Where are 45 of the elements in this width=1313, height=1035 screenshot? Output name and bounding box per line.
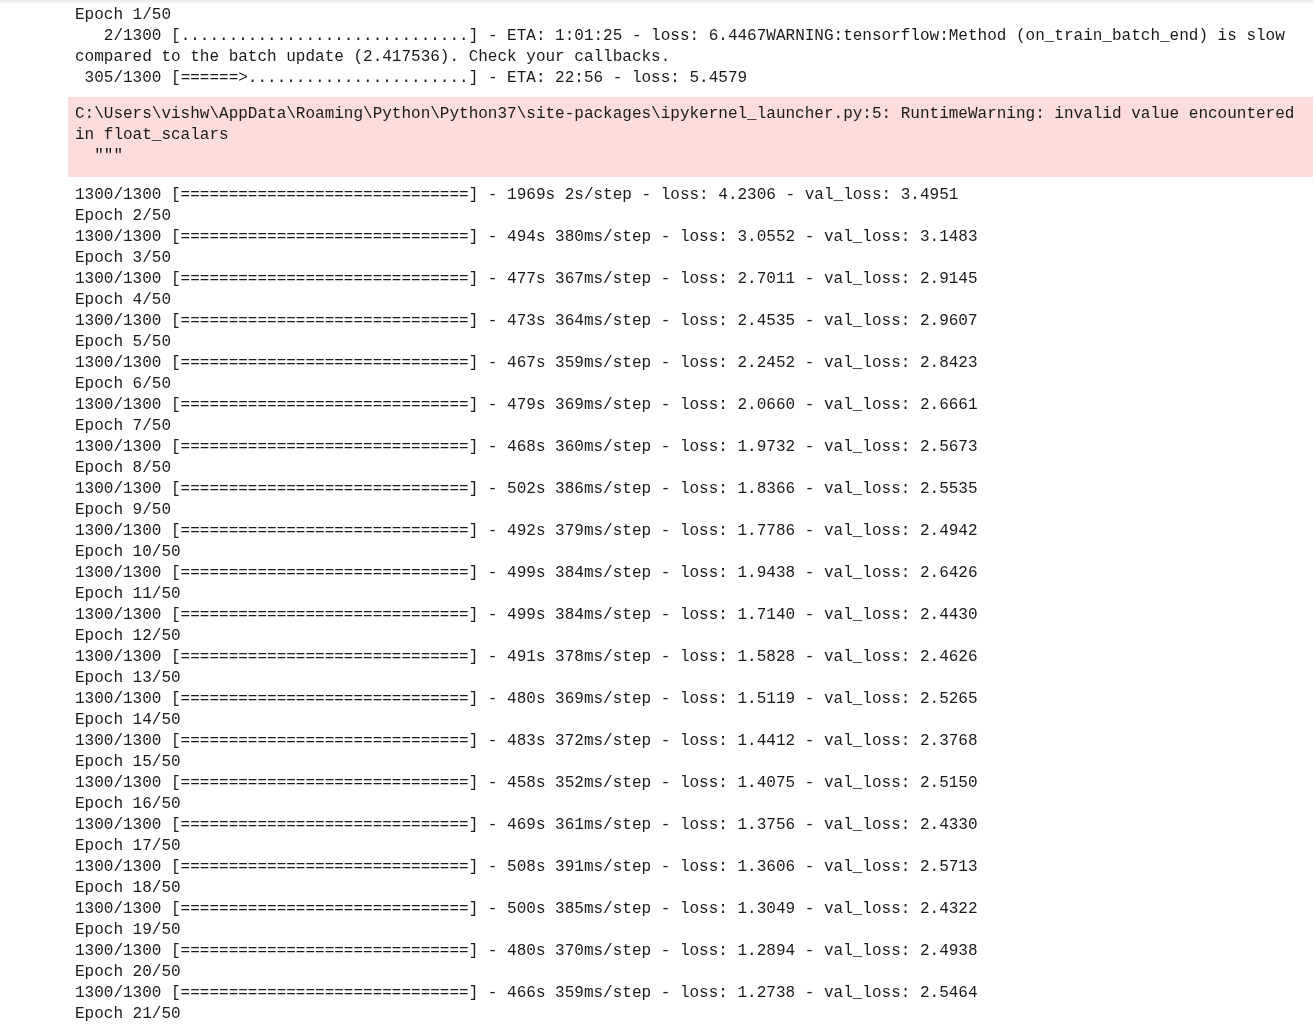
output-line: 1300/1300 [==============================] - 483s 372ms/step - loss: 1.4412 - val_loss: 2.3768	[75, 731, 978, 752]
output-line: 1300/1300 [==============================] - 500s 385ms/step - loss: 1.3049 - val_loss: 2.4322	[75, 899, 978, 920]
output-line: 1300/1300 [==============================] - 469s 361ms/step - loss: 1.3756 - val_loss: 2.4330	[75, 815, 978, 836]
output-line: 1300/1300 [==============================] - 477s 367ms/step - loss: 2.7011 - val_loss: 2.9145	[75, 269, 978, 290]
output-line: Epoch 7/50	[75, 416, 171, 437]
output-line: Epoch 19/50	[75, 920, 181, 941]
output-line: 1300/1300 [==============================] - 494s 380ms/step - loss: 3.0552 - val_loss: 3.1483	[75, 227, 978, 248]
output-line: Epoch 4/50	[75, 290, 171, 311]
output-line: 1300/1300 [==============================] - 468s 360ms/step - loss: 1.9732 - val_loss: 2.5673	[75, 437, 978, 458]
warning-text: C:\Users\vishw\AppData\Roaming\Python\Python37\site-packages\ipykernel_launcher.py:5: RuntimeWarning: invalid value encountered in float_scalars	[75, 104, 1296, 146]
output-line: Epoch 16/50	[75, 794, 181, 815]
output-line: 2/1300 [..............................] - ETA: 1:01:25 - loss: 6.4467WARNING:tensorflow:Method (on_train_batch_end) is slow compared to the batch update (2.417536). Check your callbacks.	[75, 26, 1286, 68]
output-line: 1300/1300 [==============================] - 502s 386ms/step - loss: 1.8366 - val_loss: 2.5535	[75, 479, 978, 500]
output-line: Epoch 11/50	[75, 584, 181, 605]
output-line: Epoch 13/50	[75, 668, 181, 689]
output-line: Epoch 18/50	[75, 878, 181, 899]
output-line: 1300/1300 [==============================] - 499s 384ms/step - loss: 1.7140 - val_loss: 2.4430	[75, 605, 978, 626]
output-line: 1300/1300 [==============================] - 479s 369ms/step - loss: 2.0660 - val_loss: 2.6661	[75, 395, 978, 416]
output-line: Epoch 15/50	[75, 752, 181, 773]
output-line: Epoch 1/50	[75, 5, 171, 26]
output-line: 1300/1300 [==============================] - 491s 378ms/step - loss: 1.5828 - val_loss: 2.4626	[75, 647, 978, 668]
output-line: Epoch 6/50	[75, 374, 171, 395]
output-line: 1300/1300 [==============================] - 467s 359ms/step - loss: 2.2452 - val_loss: 2.8423	[75, 353, 978, 374]
output-line: 1300/1300 [==============================] - 473s 364ms/step - loss: 2.4535 - val_loss: 2.9607	[75, 311, 978, 332]
output-line: Epoch 5/50	[75, 332, 171, 353]
output-line: Epoch 8/50	[75, 458, 171, 479]
output-line: 1300/1300 [==============================] - 480s 369ms/step - loss: 1.5119 - val_loss: 2.5265	[75, 689, 978, 710]
output-line: 1300/1300 [==============================] - 508s 391ms/step - loss: 1.3606 - val_loss: 2.5713	[75, 857, 978, 878]
output-line: Epoch 17/50	[75, 836, 181, 857]
output-line: 1300/1300 [==============================] - 458s 352ms/step - loss: 1.4075 - val_loss: 2.5150	[75, 773, 978, 794]
warning-text: """	[93, 146, 123, 167]
output-line: Epoch 20/50	[75, 962, 181, 983]
output-line: 305/1300 [======>.......................] - ETA: 22:56 - loss: 5.4579	[83, 68, 748, 89]
output-line: 1300/1300 [==============================] - 499s 384ms/step - loss: 1.9438 - val_loss: 2.6426	[75, 563, 978, 584]
output-line: 1300/1300 [==============================] - 492s 379ms/step - loss: 1.7786 - val_loss: 2.4942	[75, 521, 978, 542]
output-line: Epoch 3/50	[75, 248, 171, 269]
output-line: Epoch 10/50	[75, 542, 181, 563]
output-line: Epoch 12/50	[75, 626, 181, 647]
output-line: 1300/1300 [==============================] - 480s 370ms/step - loss: 1.2894 - val_loss: 2.4938	[75, 941, 978, 962]
output-line: 1300/1300 [==============================] - 466s 359ms/step - loss: 1.2738 - val_loss: 2.5464	[75, 983, 978, 1004]
output-line: Epoch 9/50	[75, 500, 171, 521]
output-line: Epoch 2/50	[75, 206, 171, 227]
output-line: 1300/1300 [==============================] - 1969s 2s/step - loss: 4.2306 - val_loss: 3.4951	[75, 185, 959, 206]
output-line: Epoch 21/50	[75, 1004, 181, 1025]
output-line: Epoch 14/50	[75, 710, 181, 731]
